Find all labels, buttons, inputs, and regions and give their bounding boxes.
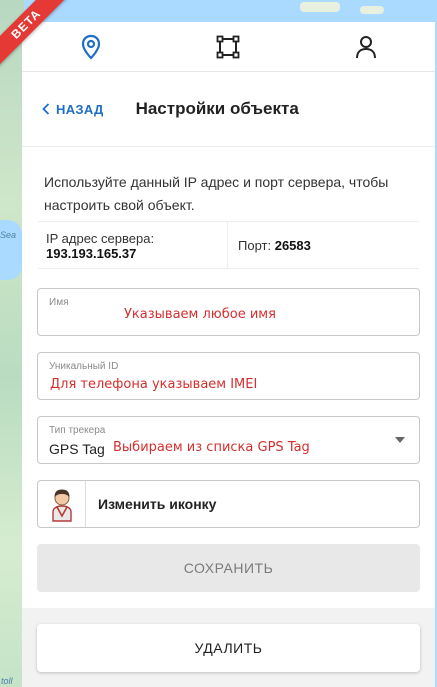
geofence-square-icon: [217, 35, 240, 58]
beta-ribbon-label: BETA: [0, 0, 69, 67]
page-header: НАЗАД Настройки объекта: [22, 72, 435, 147]
map-water-inlet: [0, 220, 22, 280]
tab-geofences[interactable]: [208, 27, 248, 67]
save-button[interactable]: СОХРАНИТЬ: [37, 544, 420, 592]
name-field-annotation: Указываем любое имя: [124, 307, 276, 322]
server-port-value: 26583: [274, 238, 311, 253]
name-field[interactable]: Имя Указываем любое имя: [37, 288, 420, 336]
map-island: [300, 2, 340, 12]
user-icon: [356, 35, 377, 58]
back-button[interactable]: НАЗАД: [42, 102, 104, 117]
map-island: [360, 6, 384, 14]
page-title: Настройки объекта: [135, 99, 299, 118]
server-details: IP адрес сервера: 193.193.165.37 Порт: 2…: [38, 221, 419, 269]
server-address: IP адрес сервера: 193.193.165.37: [38, 222, 228, 268]
map-label-toll: toll: [1, 676, 13, 686]
tracker-type-label: Тип трекера: [49, 425, 106, 436]
server-port-label: Порт:: [238, 238, 272, 253]
chevron-left-icon: [42, 103, 50, 115]
tab-objects[interactable]: [71, 27, 111, 67]
server-port: Порт: 26583: [228, 222, 311, 268]
tracker-type-value: GPS Tag: [49, 441, 105, 457]
unique-id-field[interactable]: Уникальный ID Для телефона указываем IME…: [37, 352, 420, 400]
change-icon-button[interactable]: Изменить иконку: [37, 480, 420, 528]
unique-id-field-annotation: Для телефона указываем IMEI: [50, 377, 258, 392]
server-info-text: Используйте данный IP адрес и порт серве…: [44, 174, 389, 213]
map-pin-icon: [81, 34, 100, 60]
back-button-label: НАЗАД: [56, 101, 104, 117]
map-land: [0, 0, 24, 687]
map-label-sea: Sea: [0, 230, 17, 240]
object-avatar: [38, 481, 86, 527]
name-field-label: Имя: [49, 297, 69, 308]
person-avatar-icon: [51, 489, 72, 522]
tracker-type-select[interactable]: Тип трекера GPS Tag Выбираем из списка G…: [37, 416, 420, 464]
top-nav: [22, 22, 435, 72]
delete-button[interactable]: УДАЛИТЬ: [37, 624, 420, 672]
unique-id-field-label: Уникальный ID: [49, 361, 119, 372]
tab-profile[interactable]: [346, 27, 386, 67]
change-icon-label: Изменить иконку: [98, 496, 217, 512]
server-address-label: IP адрес сервера:: [46, 231, 155, 246]
object-settings-panel: НАЗАД Настройки объекта Используйте данн…: [22, 22, 435, 687]
chevron-down-icon: [395, 437, 405, 443]
beta-ribbon: BETA: [0, 0, 70, 70]
server-address-value: 193.193.165.37: [46, 246, 137, 261]
tracker-type-annotation: Выбираем из списка GPS Tag: [113, 440, 310, 455]
